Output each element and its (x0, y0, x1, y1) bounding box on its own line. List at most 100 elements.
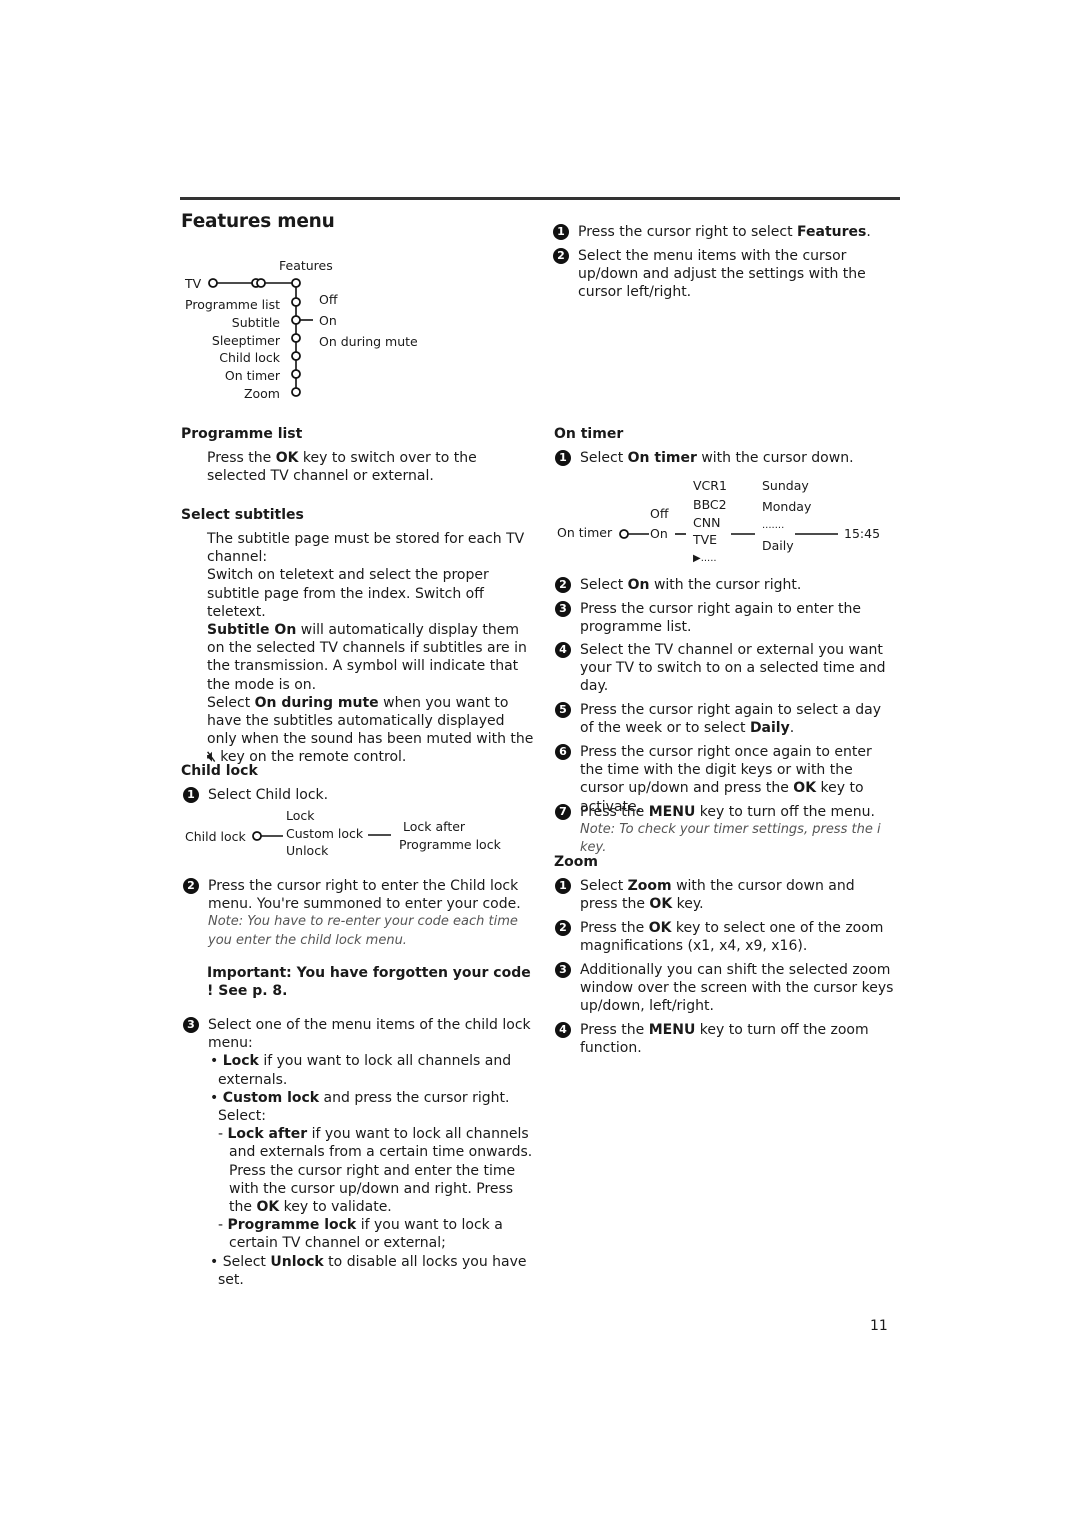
diagram-channel-more: ▶..... (693, 553, 717, 564)
diagram-option: Lock after (403, 819, 466, 834)
subtitle-option: On during mute (319, 334, 418, 349)
diagram-day: Sunday (762, 478, 809, 493)
subtitles-p2: Switch on teletext and select the proper… (207, 567, 489, 620)
diagram-item: Child lock (219, 350, 280, 365)
top-rule (180, 197, 900, 200)
step-text: Press the cursor right again to enter th… (580, 601, 861, 636)
timer-note: Note: To check your timer settings, pres… (580, 822, 881, 856)
diagram-state: Off (650, 506, 669, 521)
step-number-icon: 5 (555, 702, 571, 718)
text: with the cursor down. (696, 450, 854, 466)
bold-text: On (627, 577, 650, 593)
bold-text: Lock after (227, 1126, 308, 1143)
text: Press the (580, 920, 649, 936)
step-number-icon: 1 (555, 450, 571, 466)
bold-text: On during mute (254, 694, 379, 711)
subtitles-p4: Select On during mute when you want to h… (207, 694, 537, 767)
step-number-icon: 7 (555, 804, 571, 820)
programme-list-heading: Programme list (181, 426, 303, 442)
text: Select (580, 577, 628, 593)
step-number-icon: 1 (553, 224, 569, 240)
bullet-custom-lock: • Custom lock and press the cursor right… (210, 1089, 510, 1125)
bold-text: Programme lock (227, 1217, 357, 1234)
menu-key: MENU (648, 1022, 696, 1038)
menu-key: MENU (648, 804, 696, 820)
page-title: Features menu (181, 211, 335, 232)
diagram-item: Zoom (243, 386, 280, 401)
text: if you want to lock all channels and ext… (218, 1053, 512, 1088)
diagram-item: Programme list (185, 297, 280, 312)
step-number-icon: 1 (183, 787, 199, 803)
bold-text: Lock (222, 1053, 259, 1070)
step-text: Press the cursor right to enter the Chil… (208, 878, 521, 913)
diagram-channel: CNN (693, 515, 721, 530)
bold-text: On timer (627, 450, 697, 466)
bullet-unlock: • Select Unlock to disable all locks you… (210, 1253, 527, 1288)
step-number-icon: 3 (183, 1017, 199, 1033)
bold-text: Unlock (270, 1253, 324, 1270)
diagram-option: Lock (286, 808, 315, 823)
step-note: Note: You have to re-enter your code eac… (208, 914, 518, 948)
bold-text: Subtitle On (207, 622, 297, 639)
ok-key: OK (648, 920, 672, 936)
ok-key: OK (793, 780, 817, 797)
text: key to validate. (279, 1199, 392, 1216)
diagram-state: On (650, 526, 668, 541)
ok-key: OK (256, 1199, 280, 1216)
step-text: Press the cursor right to select (578, 224, 798, 240)
step-number-icon: 4 (555, 1022, 571, 1038)
select-subtitles-heading: Select subtitles (181, 507, 304, 523)
important-note: Important: You have forgotten your code … (207, 965, 531, 1000)
zoom-heading: Zoom (554, 854, 598, 870)
step-number-icon: 2 (555, 920, 571, 936)
bold-text: Daily (749, 720, 790, 737)
step-bold: Features (797, 224, 867, 240)
diagram-day: ....... (762, 520, 785, 531)
diagram-day: Daily (762, 538, 794, 553)
step-number-icon: 4 (555, 642, 571, 658)
child-lock-heading: Child lock (181, 763, 258, 779)
sub-bullet-programme-lock: - Programme lock if you want to lock a c… (218, 1217, 503, 1252)
sub-bullet-lock-after: - Lock after if you want to lock all cha… (218, 1126, 533, 1216)
step-text: Select Child lock. (208, 787, 329, 803)
diagram-root-label: Child lock (185, 829, 246, 844)
step-text: Select the TV channel or external you wa… (580, 642, 886, 695)
step-text: Select the menu items with the cursor up… (578, 248, 866, 301)
step-text: Select one of the menu items of the chil… (208, 1017, 531, 1052)
bold-text: Zoom (627, 878, 672, 894)
text: Select (580, 450, 628, 466)
text: Select (222, 1253, 271, 1270)
text: key to turn off the menu. (695, 804, 875, 820)
page-number: 11 (870, 1318, 888, 1334)
step-number-icon: 6 (555, 744, 571, 760)
diagram-day: Monday (762, 499, 812, 514)
programme-list-text: Press the OK key to switch over to the s… (207, 449, 497, 485)
text: Select (207, 694, 255, 711)
diagram-features-label: Features (279, 258, 333, 273)
subtitles-p3: Subtitle On will automatically display t… (207, 621, 537, 694)
step-number-icon: 2 (183, 878, 199, 894)
ok-key: OK (649, 896, 673, 913)
on-timer-heading: On timer (554, 426, 624, 442)
subtitles-p1: The subtitle page must be stored for eac… (207, 531, 525, 566)
step-number-icon: 3 (555, 962, 571, 978)
diagram-item: Sleeptimer (211, 333, 280, 348)
subtitle-option: On (319, 313, 337, 328)
text: key. (672, 896, 704, 913)
bold-text: Custom lock (222, 1089, 320, 1106)
diagram-tv-label: TV (185, 276, 202, 291)
step-text: . (866, 224, 871, 240)
step-text: Additionally you can shift the selected … (580, 962, 894, 1015)
bullet-lock: • Lock if you want to lock all channels … (210, 1053, 512, 1088)
diagram-option: Unlock (286, 843, 329, 858)
diagram-option: Custom lock (286, 826, 364, 841)
tv-node-icon (208, 278, 218, 288)
select-subtitles-body: The subtitle page must be stored for eac… (207, 530, 537, 767)
step-number-icon: 3 (555, 601, 571, 617)
text: Select (580, 878, 628, 894)
text: with the cursor right. (649, 577, 802, 593)
diagram-option: Programme lock (399, 837, 501, 852)
step-number-icon: 1 (555, 878, 571, 894)
diagram-root-label: On timer (557, 525, 613, 540)
diagram-time: 15:45 (844, 526, 881, 541)
